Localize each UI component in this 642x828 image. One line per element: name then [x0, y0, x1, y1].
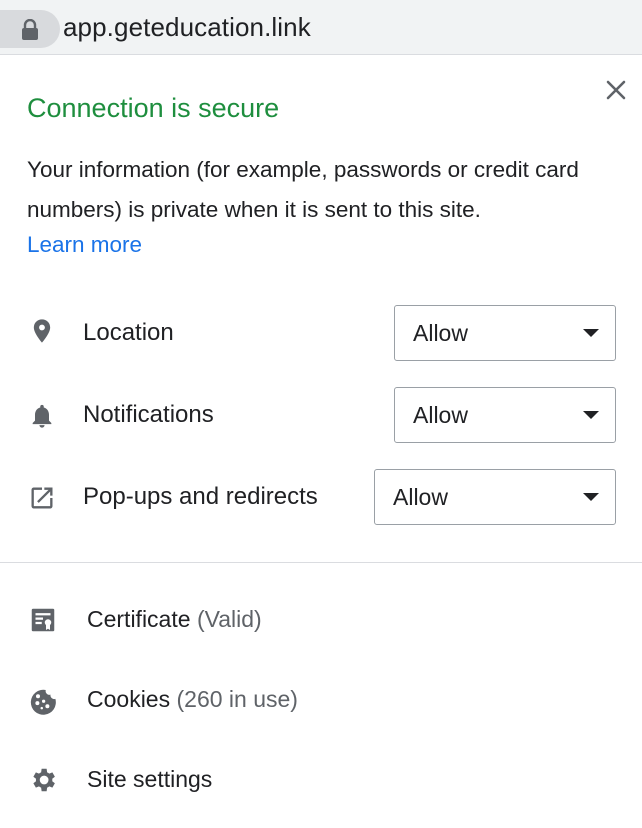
lock-icon [22, 19, 38, 40]
permission-label: Location [83, 319, 174, 346]
permission-row-popups: Pop-ups and redirects Allow [0, 469, 642, 527]
info-label-text: Cookies [87, 686, 171, 712]
close-icon [606, 80, 626, 100]
info-label-text: Site settings [87, 766, 213, 792]
cookies-count: (260 in use) [176, 686, 298, 712]
notifications-permission-select[interactable]: Allow [394, 387, 616, 443]
permission-label: Notifications [83, 401, 214, 428]
dropdown-caret-icon [583, 329, 599, 337]
certificate-label: Certificate (Valid) [87, 606, 262, 633]
certificate-icon [31, 608, 55, 632]
dropdown-caret-icon [583, 493, 599, 501]
select-value: Allow [413, 402, 468, 428]
permission-row-location: Location Allow [0, 305, 642, 363]
address-bar: app.geteducation.link [0, 0, 642, 55]
bell-icon [32, 404, 52, 428]
location-pin-icon [33, 319, 51, 343]
popups-permission-select[interactable]: Allow [374, 469, 616, 525]
site-info-button[interactable] [0, 10, 60, 48]
connection-title: Connection is secure [27, 93, 280, 123]
permission-label: Pop-ups and redirects [83, 483, 318, 510]
cookies-label: Cookies (260 in use) [87, 686, 298, 713]
site-settings-label: Site settings [87, 766, 212, 793]
learn-more-link[interactable]: Learn more [27, 232, 142, 258]
select-value: Allow [413, 320, 468, 346]
connection-description: Your information (for example, passwords… [27, 157, 579, 222]
certificate-status: (Valid) [196, 606, 262, 632]
cookies-row[interactable]: Cookies (260 in use) [0, 675, 642, 725]
dropdown-caret-icon [583, 411, 599, 419]
location-permission-select[interactable]: Allow [394, 305, 616, 361]
certificate-row[interactable]: Certificate (Valid) [0, 595, 642, 645]
section-divider [0, 562, 642, 563]
cookie-icon [30, 689, 56, 715]
select-value: Allow [393, 484, 448, 510]
site-settings-row[interactable]: Site settings [0, 755, 642, 805]
url-text[interactable]: app.geteducation.link [63, 12, 311, 43]
gear-icon [33, 768, 55, 792]
info-label-text: Certificate [87, 606, 191, 632]
close-button[interactable] [600, 74, 632, 106]
open-in-new-icon [31, 487, 53, 509]
permission-row-notifications: Notifications Allow [0, 387, 642, 445]
